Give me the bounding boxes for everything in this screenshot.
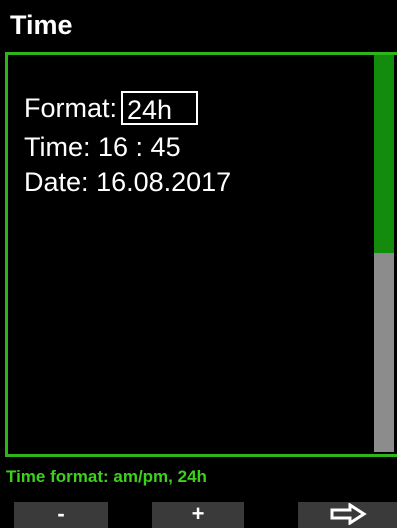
time-value: 16 : 45 — [98, 132, 181, 162]
minus-button-label: - — [57, 501, 65, 526]
settings-list: Format: 24h Time: 16 : 45 Date: 16.08.201… — [8, 55, 371, 454]
plus-button[interactable]: + — [152, 502, 244, 528]
scrollbar-thumb[interactable] — [374, 55, 394, 253]
softkey-bar: - + — [0, 498, 397, 528]
time-row[interactable]: Time: 16 : 45 — [24, 132, 181, 162]
next-button[interactable] — [298, 502, 397, 528]
plus-button-label: + — [191, 501, 205, 526]
date-row[interactable]: Date: 16.08.2017 — [24, 167, 231, 197]
format-row[interactable]: Format: 24h — [24, 91, 199, 125]
minus-button[interactable]: - — [14, 502, 108, 528]
date-label: Date: — [24, 167, 89, 197]
scrollbar-track-rest — [374, 253, 394, 452]
date-value: 16.08.2017 — [96, 167, 232, 197]
format-label: Format: — [24, 93, 118, 123]
format-value-field[interactable]: 24h — [121, 91, 199, 125]
time-label: Time: — [24, 132, 91, 162]
settings-panel: Format: 24h Time: 16 : 45 Date: 16.08.201… — [5, 52, 397, 457]
scrollbar[interactable] — [371, 55, 397, 454]
title-bar: Time — [0, 0, 397, 48]
page-title: Time — [10, 10, 73, 40]
arrow-right-icon — [330, 503, 367, 525]
help-text: Time format: am/pm, 24h — [6, 467, 207, 486]
